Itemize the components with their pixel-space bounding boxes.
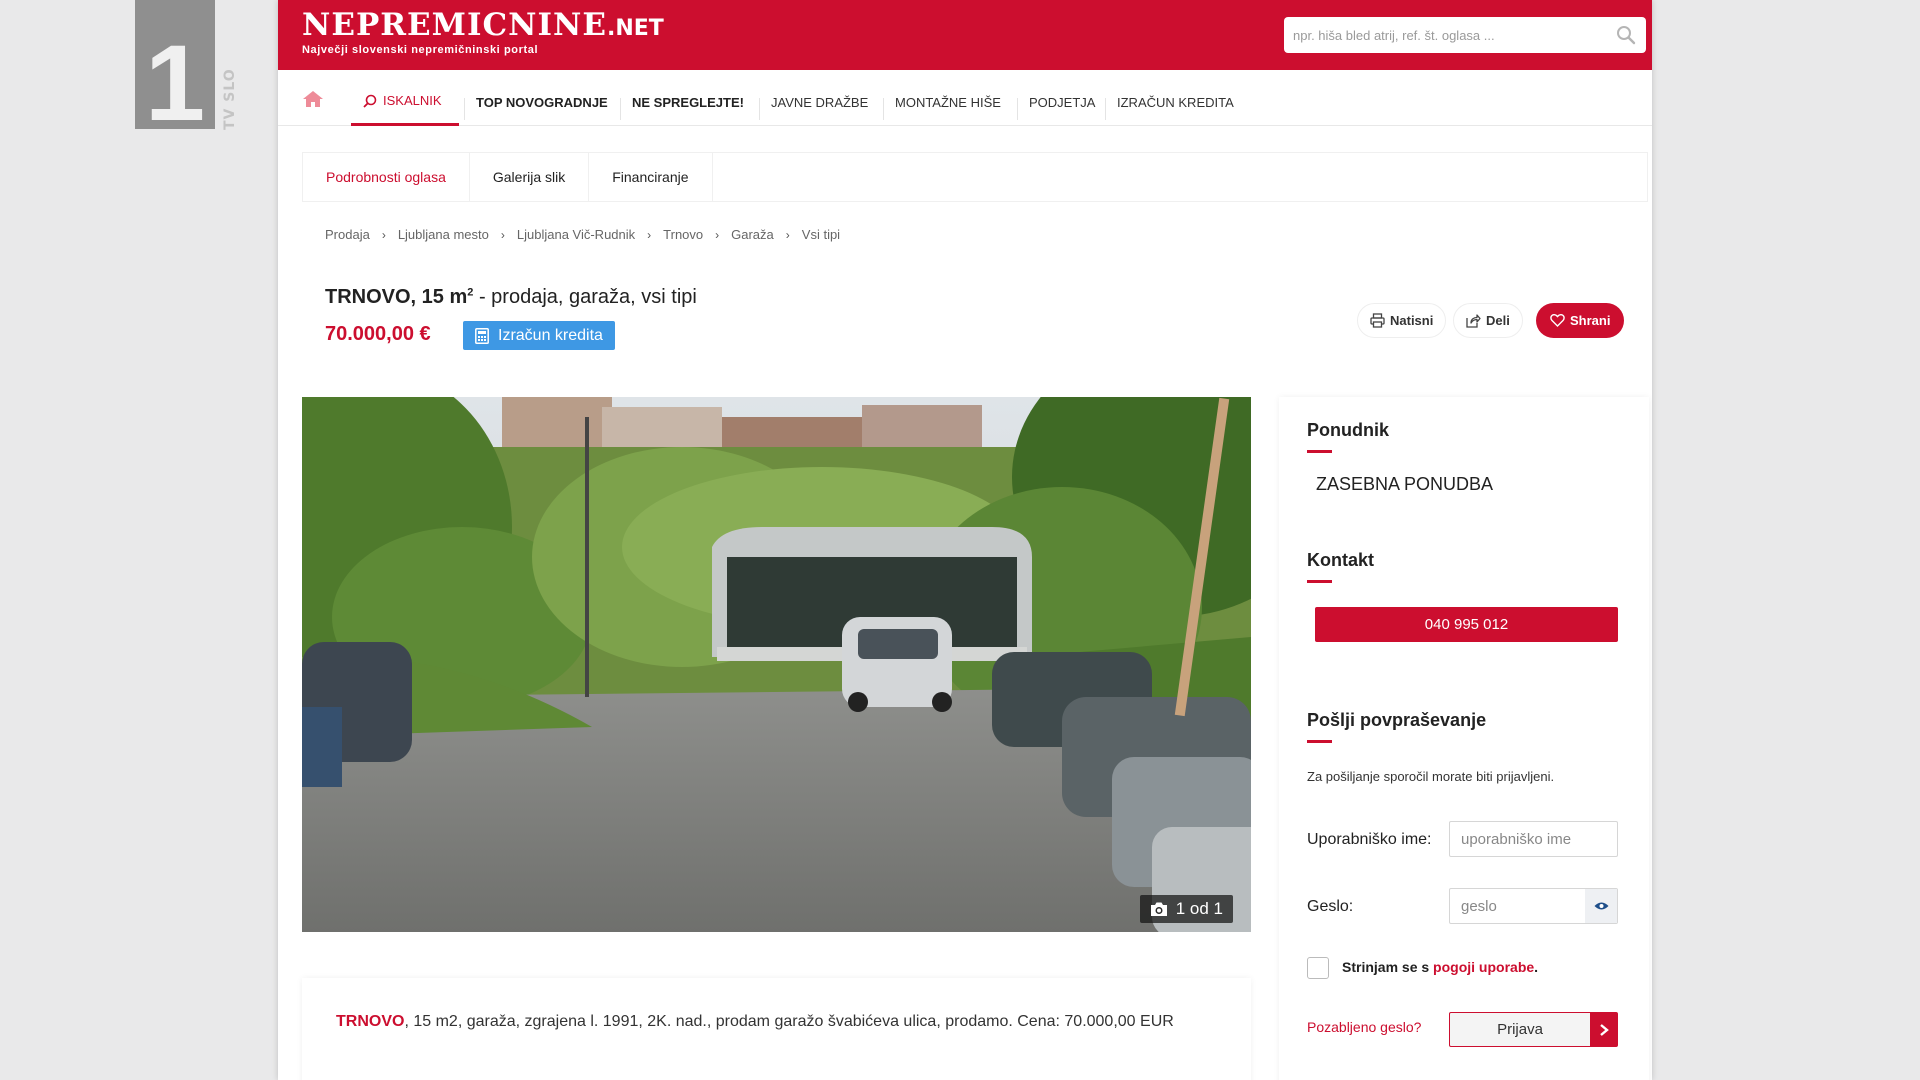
search-input[interactable]: [1284, 17, 1646, 53]
nav-item-javne-drazbe[interactable]: JAVNE DRAŽBE: [759, 70, 880, 126]
print-button[interactable]: Natisni: [1357, 303, 1447, 338]
login-label: Prijava: [1497, 1021, 1543, 1038]
breadcrumb-item[interactable]: Garaža: [731, 227, 774, 242]
nav-item-top-novogradnje[interactable]: TOP NOVOGRADNJE: [464, 70, 620, 126]
logo-domain: .NET: [606, 16, 664, 41]
nav-item-montazne-hise[interactable]: MONTAŽNE HIŠE: [883, 70, 1013, 126]
breadcrumb-item[interactable]: Vsi tipi: [802, 227, 840, 242]
login-required-note: Za pošiljanje sporočil morate biti prija…: [1307, 769, 1555, 784]
breadcrumb-item[interactable]: Ljubljana mesto: [398, 227, 489, 242]
share-label: Deli: [1486, 313, 1510, 328]
listing-title-main: TRNOVO, 15 m: [325, 286, 468, 308]
forgot-password-link[interactable]: Pozabljeno geslo?: [1307, 1019, 1421, 1035]
contact-sidebar: Ponudnik ZASEBNA PONUDBA Kontakt 040 995…: [1279, 397, 1649, 1080]
tab-galerija-slik[interactable]: Galerija slik: [470, 153, 590, 201]
listing-subtabs: Podrobnosti oglasa Galerija slik Financi…: [302, 152, 1648, 202]
photo-counter-text: 1 od 1: [1175, 899, 1223, 918]
nav-item-ne-spreglejte[interactable]: NE SPREGLEJTE!: [620, 70, 756, 126]
login-button[interactable]: Prijava: [1449, 1012, 1618, 1047]
tab-financiranje[interactable]: Financiranje: [589, 153, 713, 201]
save-label: Shrani: [1570, 313, 1611, 328]
offerer-name: ZASEBNA PONUDBA: [1316, 474, 1494, 494]
show-password-button[interactable]: [1585, 889, 1617, 923]
breadcrumb-item[interactable]: Trnovo: [663, 227, 703, 242]
chevron-right-icon: ›: [500, 227, 505, 242]
nav-item-iskalnik[interactable]: ISKALNIK: [351, 70, 459, 126]
heart-icon: [1550, 314, 1565, 327]
loan-calculator-button[interactable]: Izračun kredita: [463, 321, 615, 350]
share-icon: [1466, 314, 1481, 328]
terms-checkbox[interactable]: [1307, 957, 1329, 979]
breadcrumb-item[interactable]: Ljubljana Vič-Rudnik: [517, 227, 635, 242]
inquiry-heading: Pošlji povpraševanje: [1307, 710, 1487, 743]
listing-description: TRNOVO, 15 m2, garaža, zgrajena l. 1991,…: [302, 978, 1251, 1080]
garage-photo-image: [302, 397, 1251, 932]
description-highlight: TRNOVO: [336, 1013, 405, 1030]
photo-counter: 1 od 1: [1139, 895, 1233, 923]
terms-prefix: Strinjam se s: [1342, 959, 1434, 975]
description-text: , 15 m2, garaža, zgrajena l. 1991, 2K. n…: [404, 1013, 1174, 1030]
logo-text: NEPREMICNINE: [302, 7, 607, 43]
terms-suffix: .: [1534, 959, 1539, 975]
site-header: NEPREMICNINE.NET Največji slovenski nepr…: [278, 0, 1652, 70]
main-nav: ISKALNIK TOP NOVOGRADNJE NE SPREGLEJTE! …: [278, 70, 1652, 126]
search-box: [1284, 17, 1646, 53]
contact-heading: Kontakt: [1307, 550, 1374, 583]
share-button[interactable]: Deli: [1453, 303, 1523, 338]
listing-title-rest: - prodaja, garaža, vsi tipi: [473, 286, 697, 308]
nav-item-podjetja[interactable]: PODJETJA: [1017, 70, 1107, 126]
password-field-wrap: [1449, 888, 1618, 924]
username-field-wrap: [1449, 821, 1618, 857]
terms-link[interactable]: pogoji uporabe: [1433, 959, 1534, 975]
listing-title: TRNOVO, 15 m2 - prodaja, garaža, vsi tip…: [325, 286, 697, 309]
loan-calculator-label: Izračun kredita: [498, 326, 603, 344]
tab-podrobnosti-oglasa[interactable]: Podrobnosti oglasa: [303, 153, 470, 201]
tv-channel-number: 1: [144, 22, 206, 143]
chevron-right-icon: [1590, 1013, 1617, 1046]
search-icon[interactable]: [1616, 25, 1636, 45]
calculator-icon: [475, 327, 489, 344]
save-button[interactable]: Shrani: [1536, 303, 1625, 338]
camera-icon: [1150, 902, 1167, 916]
printer-icon: [1370, 313, 1385, 328]
terms-label: Strinjam se s pogoji uporabe.: [1342, 959, 1538, 975]
tv-channel-logo: 1: [135, 0, 215, 137]
site-logo[interactable]: NEPREMICNINE.NET Največji slovenski nepr…: [302, 7, 664, 57]
tv-channel-label: TV SLO: [222, 68, 238, 130]
username-label: Uporabniško ime:: [1307, 831, 1432, 848]
chevron-right-icon: ›: [381, 227, 386, 242]
eye-icon: [1594, 902, 1608, 910]
chevron-right-icon: ›: [647, 227, 652, 242]
password-label: Geslo:: [1307, 898, 1354, 915]
website: NEPREMICNINE.NET Največji slovenski nepr…: [278, 0, 1652, 1080]
home-icon[interactable]: [302, 90, 324, 108]
chevron-right-icon: ›: [785, 227, 790, 242]
breadcrumb: Prodaja › Ljubljana mesto › Ljubljana Vi…: [325, 227, 840, 242]
listing-photo[interactable]: 1 od 1: [302, 397, 1251, 932]
offerer-heading: Ponudnik: [1307, 420, 1389, 453]
chevron-right-icon: ›: [715, 227, 720, 242]
phone-button[interactable]: 040 995 012: [1315, 607, 1618, 642]
listing-price: 70.000,00 €: [325, 323, 431, 345]
nav-item-izracun-kredita[interactable]: IZRAČUN KREDITA: [1105, 70, 1246, 126]
logo-tagline: Največji slovenski nepremičninski portal: [302, 44, 539, 56]
nav-label: ISKALNIK: [383, 93, 442, 108]
search-icon: [363, 94, 377, 108]
breadcrumb-item[interactable]: Prodaja: [325, 227, 370, 242]
print-label: Natisni: [1390, 313, 1434, 328]
username-field[interactable]: [1450, 822, 1617, 856]
